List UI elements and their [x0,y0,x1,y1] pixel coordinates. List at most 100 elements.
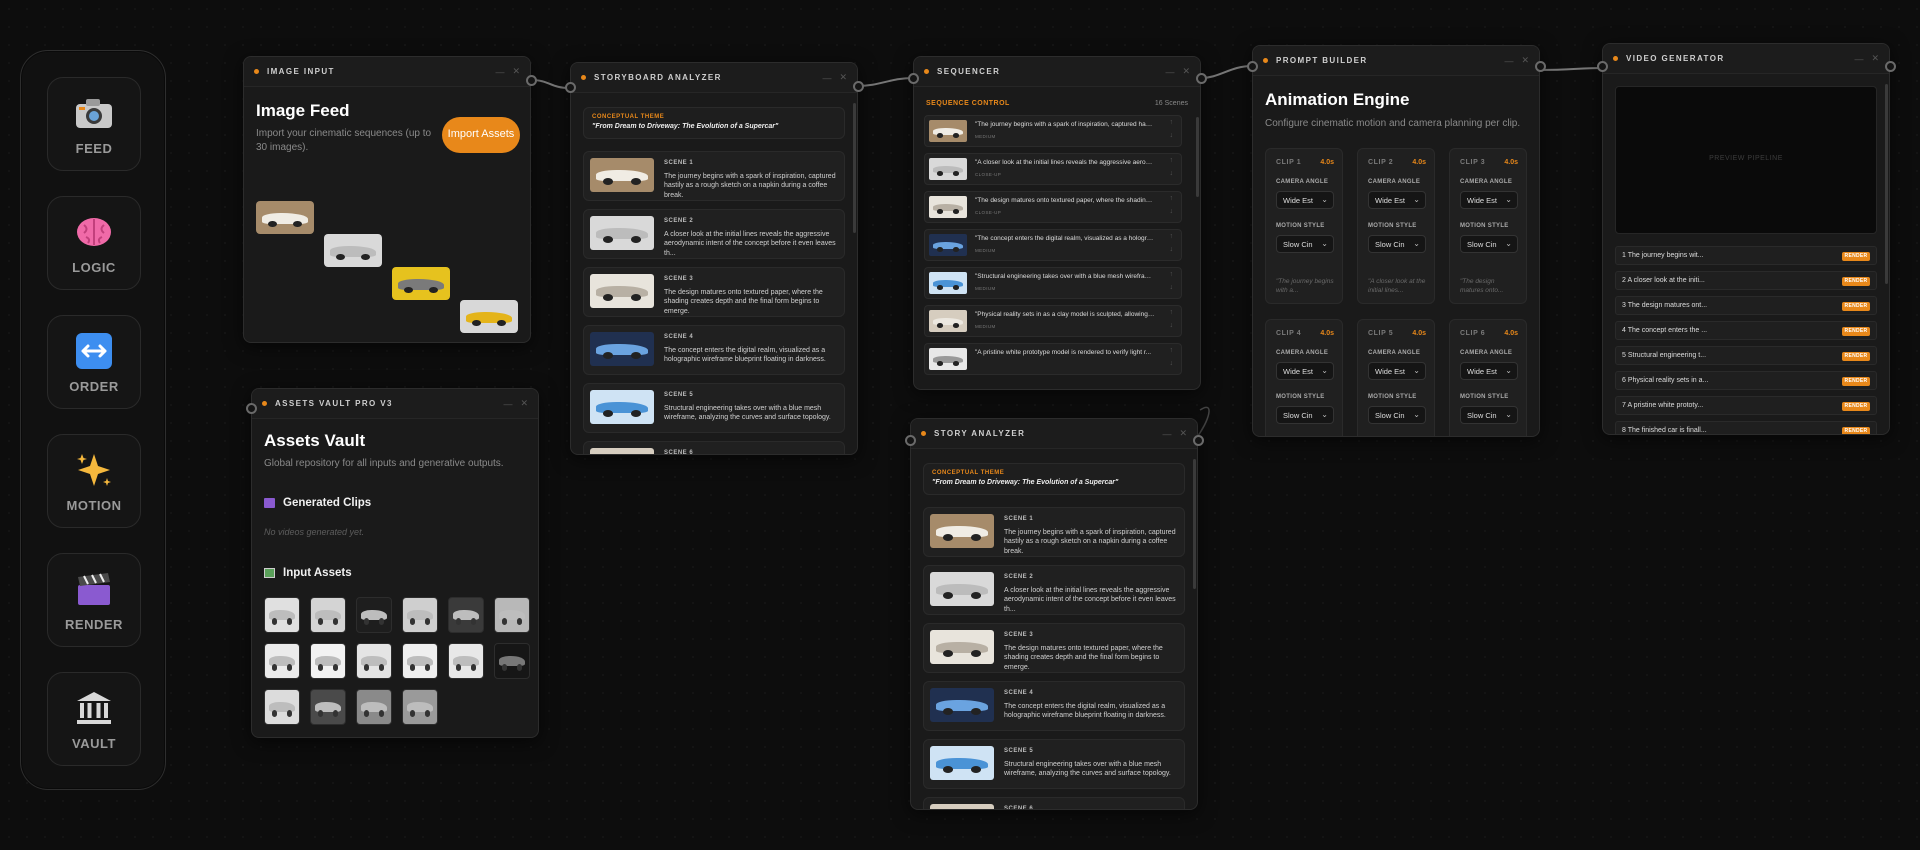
arrow-down-icon[interactable]: ↓ [1170,246,1174,253]
panel-header[interactable]: STORY ANALYZER — ✕ [911,419,1197,449]
render-button[interactable]: RENDER [1842,327,1870,336]
panel-header[interactable]: IMAGE INPUT — ✕ [244,57,530,87]
panel-header[interactable]: VIDEO GENERATOR — ✕ [1603,44,1889,74]
camera-angle-select[interactable]: Wide Est ⌄ [1276,191,1334,209]
input-asset-thumbnail[interactable] [264,643,300,679]
sequence-row[interactable]: "The concept enters the digital realm, v… [924,229,1182,261]
sequence-row[interactable]: "A pristine white prototype model is ren… [924,343,1182,375]
scene-card[interactable]: SCENE 4 The concept enters the digital re… [923,681,1185,731]
output-port[interactable] [853,81,864,92]
render-queue-row[interactable]: 1 The journey begins wit... RENDER [1615,246,1877,265]
camera-angle-select[interactable]: Wide Est ⌄ [1368,191,1426,209]
scene-card[interactable]: SCENE 2 A closer look at the initial line… [923,565,1185,615]
input-asset-thumbnail[interactable] [356,643,392,679]
motion-style-select[interactable]: Slow Cin ⌄ [1276,235,1334,253]
input-asset-thumbnail[interactable] [264,597,300,633]
scene-card[interactable]: SCENE 2 A closer look at the initial line… [583,209,845,259]
panel-header[interactable]: STORYBOARD ANALYZER — ✕ [571,63,857,93]
arrow-up-icon[interactable]: ↑ [1170,233,1174,240]
render-queue-row[interactable]: 6 Physical reality sets in a... RENDER [1615,371,1877,390]
arrow-down-icon[interactable]: ↓ [1170,208,1174,215]
input-asset-thumbnail[interactable] [402,689,438,725]
scene-card[interactable]: SCENE 6 [923,797,1185,809]
scrollbar[interactable] [853,103,856,233]
arrow-up-icon[interactable]: ↑ [1170,195,1174,202]
video-preview[interactable]: PREVIEW PIPELINE [1615,86,1877,234]
render-button[interactable]: RENDER [1842,252,1870,261]
input-port[interactable] [1247,61,1258,72]
camera-angle-select[interactable]: Wide Est ⌄ [1460,362,1518,380]
motion-style-select[interactable]: Slow Cin ⌄ [1460,406,1518,424]
input-port[interactable] [246,403,257,414]
input-port[interactable] [908,73,919,84]
render-queue-row[interactable]: 7 A pristine white prototy... RENDER [1615,396,1877,415]
input-asset-thumbnail[interactable] [310,689,346,725]
camera-angle-select[interactable]: Wide Est ⌄ [1460,191,1518,209]
motion-style-select[interactable]: Slow Cin ⌄ [1460,235,1518,253]
dock-render[interactable]: RENDER [47,553,141,647]
scrollbar[interactable] [1196,117,1199,197]
render-queue-row[interactable]: 4 The concept enters the ... RENDER [1615,321,1877,340]
arrow-down-icon[interactable]: ↓ [1170,360,1174,367]
render-button[interactable]: RENDER [1842,352,1870,361]
minimize-icon[interactable]: — [1165,67,1174,77]
sequence-row[interactable]: "Structural engineering takes over with … [924,267,1182,299]
feed-thumbnail[interactable] [460,300,518,333]
output-port[interactable] [1885,61,1896,72]
minimize-icon[interactable]: — [822,73,831,83]
camera-angle-select[interactable]: Wide Est ⌄ [1276,362,1334,380]
input-port[interactable] [905,435,916,446]
input-asset-thumbnail[interactable] [494,643,530,679]
close-icon[interactable]: ✕ [1871,53,1879,64]
motion-style-select[interactable]: Slow Cin ⌄ [1368,235,1426,253]
close-icon[interactable]: ✕ [839,72,847,83]
render-button[interactable]: RENDER [1842,402,1870,411]
render-button[interactable]: RENDER [1842,427,1870,434]
feed-thumbnail[interactable] [324,234,382,267]
arrow-down-icon[interactable]: ↓ [1170,132,1174,139]
motion-style-select[interactable]: Slow Cin ⌄ [1368,406,1426,424]
close-icon[interactable]: ✕ [1179,428,1187,439]
scene-card[interactable]: SCENE 3 The design matures onto textured … [583,267,845,317]
input-asset-thumbnail[interactable] [494,597,530,633]
import-assets-button[interactable]: Import Assets [442,117,520,153]
arrow-down-icon[interactable]: ↓ [1170,284,1174,291]
panel-header[interactable]: SEQUENCER — ✕ [914,57,1200,87]
render-queue-row[interactable]: 5 Structural engineering t... RENDER [1615,346,1877,365]
dock-logic[interactable]: LOGIC [47,196,141,290]
minimize-icon[interactable]: — [495,67,504,77]
arrow-up-icon[interactable]: ↑ [1170,271,1174,278]
motion-style-select[interactable]: Slow Cin ⌄ [1276,406,1334,424]
arrow-up-icon[interactable]: ↑ [1170,347,1174,354]
input-port[interactable] [565,82,576,93]
arrow-up-icon[interactable]: ↑ [1170,119,1174,126]
render-queue-row[interactable]: 2 A closer look at the initi... RENDER [1615,271,1877,290]
minimize-icon[interactable]: — [503,399,512,409]
output-port[interactable] [1193,435,1204,446]
camera-angle-select[interactable]: Wide Est ⌄ [1368,362,1426,380]
sequence-row[interactable]: "A closer look at the initial lines reve… [924,153,1182,185]
close-icon[interactable]: ✕ [1521,55,1529,66]
render-button[interactable]: RENDER [1842,302,1870,311]
input-asset-thumbnail[interactable] [356,597,392,633]
sequence-row[interactable]: "The journey begins with a spark of insp… [924,115,1182,147]
dock-motion[interactable]: MOTION [47,434,141,528]
input-asset-thumbnail[interactable] [448,597,484,633]
input-asset-thumbnail[interactable] [448,643,484,679]
scene-card[interactable]: SCENE 1 The journey begins with a spark o… [583,151,845,201]
render-button[interactable]: RENDER [1842,277,1870,286]
minimize-icon[interactable]: — [1162,429,1171,439]
output-port[interactable] [1535,61,1546,72]
close-icon[interactable]: ✕ [520,398,528,409]
arrow-up-icon[interactable]: ↑ [1170,309,1174,316]
arrow-up-icon[interactable]: ↑ [1170,157,1174,164]
input-asset-thumbnail[interactable] [402,597,438,633]
sequence-row[interactable]: "The design matures onto textured paper,… [924,191,1182,223]
dock-feed[interactable]: FEED [47,77,141,171]
scrollbar[interactable] [1193,459,1196,589]
dock-order[interactable]: ORDER [47,315,141,409]
scrollbar[interactable] [1885,84,1888,284]
minimize-icon[interactable]: — [1504,56,1513,66]
close-icon[interactable]: ✕ [512,66,520,77]
output-port[interactable] [526,75,537,86]
